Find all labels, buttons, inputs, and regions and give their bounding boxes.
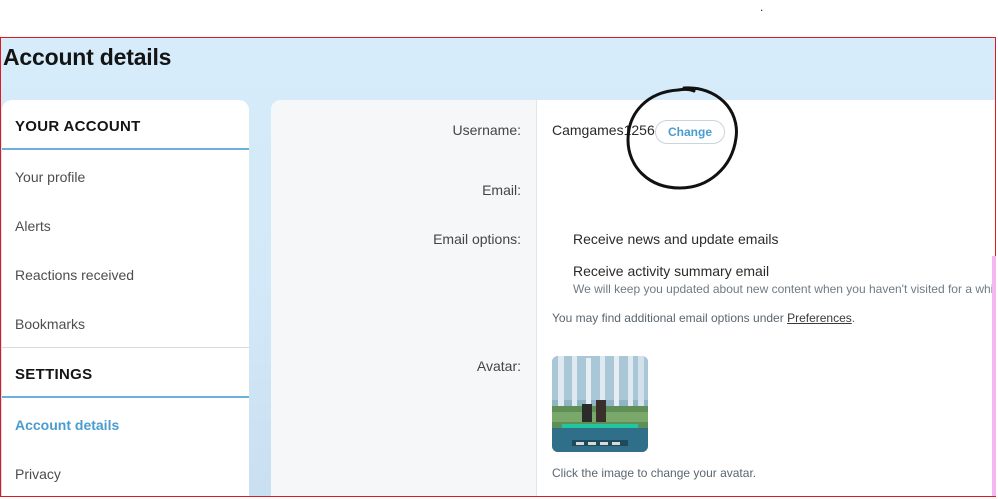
email-label: Email: (482, 182, 521, 198)
sidebar-header-settings: SETTINGS (2, 348, 249, 398)
sidebar-item-privacy[interactable]: Privacy (2, 447, 249, 496)
annotation-circle (626, 86, 738, 190)
top-mark: . (760, 0, 764, 14)
email-options-label: Email options: (433, 231, 521, 247)
avatar-hint: Click the image to change your avatar. (552, 466, 757, 480)
account-page: Account details YOUR ACCOUNT Your profil… (0, 37, 996, 497)
option-activity-summary[interactable]: Receive activity summary email (573, 263, 769, 279)
avatar-label: Avatar: (476, 358, 521, 374)
page-title: Account details (3, 44, 172, 70)
sidebar-item-reactions-received[interactable]: Reactions received (2, 248, 249, 297)
username-label: Username: (452, 122, 521, 138)
preferences-note-text: You may find additional email options un… (552, 311, 784, 325)
avatar-image[interactable] (552, 356, 648, 452)
page-scroll-edge (992, 256, 996, 496)
preferences-link[interactable]: Preferences (787, 311, 852, 325)
sidebar-item-account-details[interactable]: Account details (2, 398, 249, 447)
preferences-note: You may find additional email options un… (552, 311, 855, 325)
sidebar-item-alerts[interactable]: Alerts (2, 199, 249, 248)
sidebar-item-your-profile[interactable]: Your profile (2, 150, 249, 199)
account-sidebar: YOUR ACCOUNT Your profile Alerts Reactio… (2, 100, 249, 496)
form-label-column (271, 100, 537, 496)
activity-summary-hint: We will keep you updated about new conte… (573, 282, 994, 296)
preferences-note-end: . (851, 311, 856, 325)
option-news-emails[interactable]: Receive news and update emails (573, 231, 778, 247)
sidebar-header-your-account: YOUR ACCOUNT (2, 100, 249, 150)
sidebar-item-bookmarks[interactable]: Bookmarks (2, 297, 249, 346)
